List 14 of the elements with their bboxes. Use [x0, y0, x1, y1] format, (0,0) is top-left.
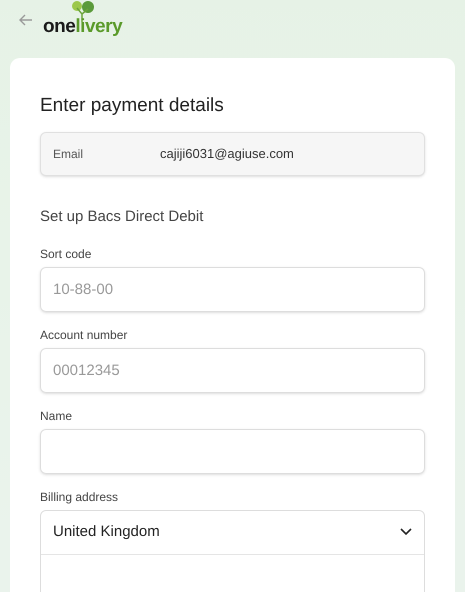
input-field[interactable] [40, 428, 425, 474]
input-field[interactable]: 10-88-00 [40, 266, 425, 312]
section-title: Set up Bacs Direct Debit [40, 207, 204, 227]
email-value: cajiji6031@agiuse.com [160, 145, 294, 164]
form-title: Enter payment details [40, 94, 225, 118]
field-label: Account number [40, 328, 128, 342]
field-label: Sort code [40, 246, 92, 260]
field-label: Name [40, 408, 74, 422]
back-arrow-icon[interactable] [19, 14, 33, 26]
input-field[interactable]: 00012345 [40, 348, 425, 392]
field-label: Billing address [40, 490, 120, 504]
email-label: Email [53, 146, 84, 163]
chevron-down-icon [400, 528, 412, 536]
logo-text: onelivery [43, 17, 122, 36]
